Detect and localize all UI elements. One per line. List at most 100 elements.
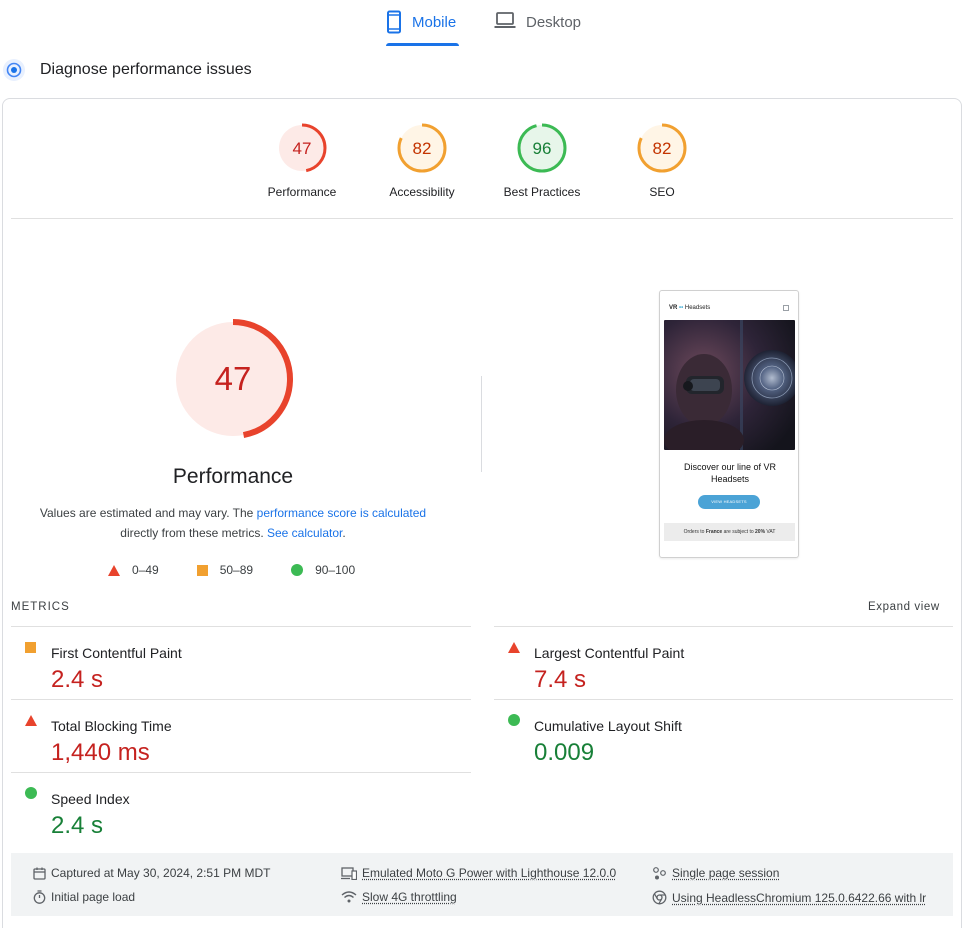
gauge-best-practices[interactable]: 96 Best Practices	[482, 122, 602, 199]
divider	[11, 772, 471, 773]
gauge-ring: 96	[517, 123, 567, 173]
performance-gauge: 47	[173, 319, 293, 439]
gauge-score: 82	[413, 139, 432, 158]
info-text: Initial page load	[51, 890, 136, 904]
info-text: Using HeadlessChromium 125.0.6422.66 wit…	[672, 890, 927, 905]
divider	[11, 699, 471, 700]
session-icon	[653, 866, 666, 879]
info-text: Slow 4G throttling	[362, 890, 457, 904]
legend-pass: 90–100	[291, 563, 355, 577]
laptop-icon	[494, 12, 516, 28]
runtime-info: Captured at May 30, 2024, 2:51 PM MDT In…	[11, 853, 953, 916]
info-text: Emulated Moto G Power with Lighthouse 12…	[362, 866, 617, 880]
triangle-icon	[25, 715, 37, 726]
desc-text: .	[342, 526, 346, 540]
divider	[11, 218, 953, 219]
metric-value: 2.4 s	[51, 666, 104, 693]
lab-data-icon	[3, 59, 25, 81]
score-calculated-link[interactable]: performance score is calculated	[257, 506, 426, 520]
browser-info[interactable]: Using HeadlessChromium 125.0.6422.66 wit…	[652, 890, 926, 905]
divider	[11, 626, 471, 627]
score-legend: 0–49 50–89 90–100	[108, 563, 393, 577]
metric-speed-index: Speed Index 2.4 s	[11, 778, 451, 850]
metric-value: 2.4 s	[51, 812, 104, 839]
metric-fcp: First Contentful Paint 2.4 s	[11, 632, 451, 704]
metric-name: Cumulative Layout Shift	[534, 718, 682, 734]
gauge-seo[interactable]: 82 SEO	[602, 122, 722, 199]
circle-icon	[291, 564, 304, 576]
legend-label: 0–49	[132, 563, 159, 577]
divider	[494, 626, 953, 627]
final-screenshot[interactable]: VR •• Headsets Discover our line of VR H…	[659, 290, 799, 558]
legend-average: 50–89	[196, 563, 254, 577]
gauge-ring: 82	[397, 123, 447, 173]
diagnose-header: Diagnose performance issues	[2, 58, 252, 82]
tab-desktop-label: Desktop	[526, 14, 582, 31]
metric-name: Speed Index	[51, 791, 130, 807]
category-gauges: 47 Performance 82 Accessibility 96 Best …	[0, 122, 969, 202]
gauge-score: 82	[653, 139, 672, 158]
gauge-score: 96	[533, 139, 552, 158]
view-headsets-button: VIEW HEADSETS	[698, 495, 760, 509]
info-text: Captured at May 30, 2024, 2:51 PM MDT	[51, 866, 271, 880]
devices-icon	[341, 866, 357, 880]
gauge-label: SEO	[649, 185, 675, 199]
performance-score: 47	[215, 360, 252, 397]
circle-icon	[508, 714, 520, 726]
active-tab-indicator	[386, 43, 459, 46]
metric-name: First Contentful Paint	[51, 645, 182, 661]
desc-text: directly from these metrics.	[120, 526, 267, 540]
gauge-label: Best Practices	[503, 185, 581, 199]
legend-fail: 0–49	[108, 563, 159, 577]
site-logo: VR •• Headsets	[669, 305, 711, 311]
metric-value: 7.4 s	[534, 666, 587, 693]
gauge-performance[interactable]: 47 Performance	[242, 122, 362, 199]
gauge-label: Performance	[267, 185, 337, 199]
metric-tbt: Total Blocking Time 1,440 ms	[11, 705, 451, 777]
desc-text: Values are estimated and may vary. The	[39, 506, 257, 520]
triangle-icon	[108, 564, 120, 576]
session-type[interactable]: Single page session	[652, 866, 779, 880]
network-throttling[interactable]: Slow 4G throttling	[341, 890, 457, 904]
metric-value: 0.009	[534, 739, 595, 766]
divider	[494, 699, 953, 700]
captured-at: Captured at May 30, 2024, 2:51 PM MDT	[33, 866, 270, 880]
calendar-icon	[33, 867, 46, 880]
see-calculator-link[interactable]: See calculator	[267, 526, 342, 540]
metric-cls: Cumulative Layout Shift 0.009	[494, 705, 934, 777]
square-icon	[196, 564, 208, 576]
emulated-device[interactable]: Emulated Moto G Power with Lighthouse 12…	[341, 866, 616, 880]
broken-image-icon	[783, 305, 789, 311]
device-tabs: Mobile Desktop	[0, 0, 969, 46]
section-title: Diagnose performance issues	[40, 61, 252, 78]
vertical-divider	[481, 376, 482, 472]
legend-label: 50–89	[219, 563, 254, 577]
triangle-icon	[508, 642, 520, 653]
tab-desktop[interactable]: Desktop	[494, 10, 581, 46]
legend-label: 90–100	[315, 563, 356, 577]
phone-icon	[387, 10, 401, 34]
gauge-accessibility[interactable]: 82 Accessibility	[362, 122, 482, 199]
metric-name: Largest Contentful Paint	[534, 645, 685, 661]
metric-lcp: Largest Contentful Paint 7.4 s	[494, 632, 934, 704]
gauge-ring: 47	[277, 123, 327, 173]
metric-value: 1,440 ms	[51, 739, 150, 766]
circle-icon	[25, 787, 37, 799]
gauge-ring: 82	[637, 123, 687, 173]
info-text: Single page session	[672, 866, 780, 880]
gauge-score: 47	[293, 139, 312, 158]
expand-view-button[interactable]: Expand view	[868, 601, 940, 613]
metric-name: Total Blocking Time	[51, 718, 172, 734]
gauge-label: Accessibility	[389, 185, 455, 199]
square-icon	[25, 642, 36, 653]
vat-banner: Orders to France are subject to 20% VAT	[664, 523, 795, 541]
wifi-icon	[341, 891, 357, 903]
page-load-type: Initial page load	[33, 890, 135, 904]
performance-title: Performance	[172, 465, 294, 488]
performance-description: Values are estimated and may vary. The p…	[30, 503, 436, 543]
metrics-header: METRICS	[11, 601, 70, 613]
tab-mobile[interactable]: Mobile	[386, 10, 459, 46]
hero-image	[664, 320, 795, 450]
timer-icon	[33, 890, 46, 904]
tab-mobile-label: Mobile	[412, 14, 457, 31]
